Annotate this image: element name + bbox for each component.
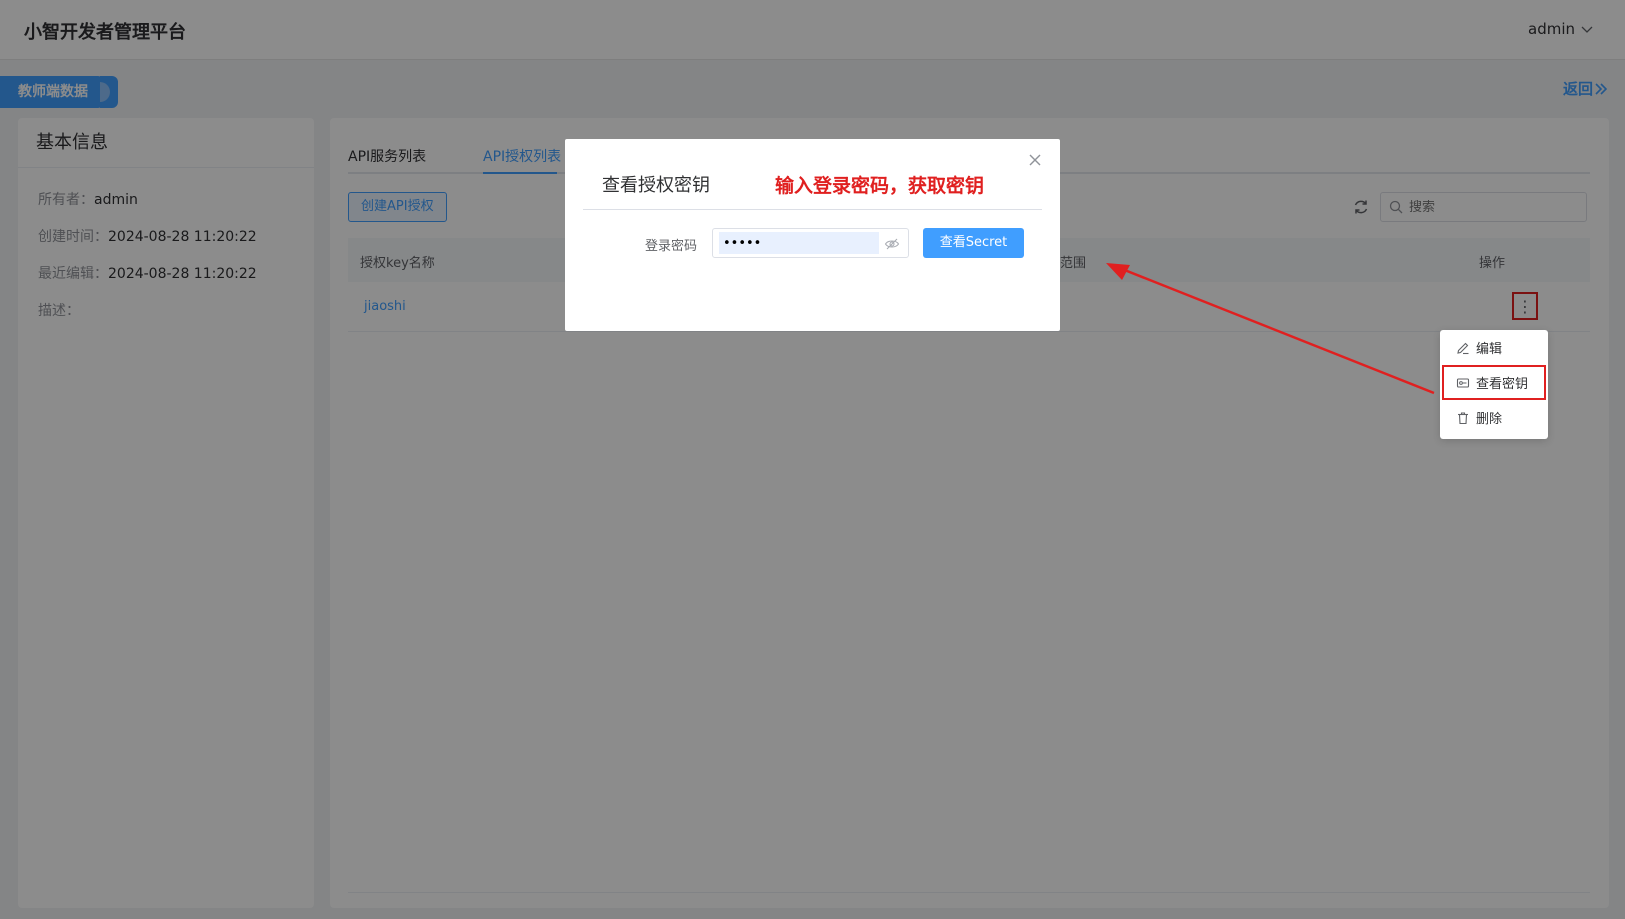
key-card-icon xyxy=(1456,377,1470,388)
password-label: 登录密码 xyxy=(645,239,698,254)
modal-overlay[interactable] xyxy=(0,0,1625,919)
password-input[interactable] xyxy=(719,232,879,254)
actions-dropdown: 编辑 查看密钥 删除 xyxy=(1440,330,1548,439)
dropdown-delete[interactable]: 删除 xyxy=(1440,400,1548,435)
dropdown-view-secret[interactable]: 查看密钥 xyxy=(1442,365,1546,400)
modal-divider xyxy=(583,209,1042,210)
modal-title: 查看授权密钥 xyxy=(602,175,710,196)
edit-icon xyxy=(1457,342,1469,354)
dropdown-delete-label: 删除 xyxy=(1476,412,1503,427)
dropdown-edit-label: 编辑 xyxy=(1476,342,1503,357)
annotation-text: 输入登录密码，获取密钥 xyxy=(775,175,985,197)
close-icon[interactable] xyxy=(1028,153,1042,167)
dropdown-view-secret-label: 查看密钥 xyxy=(1476,377,1529,392)
dropdown-edit[interactable]: 编辑 xyxy=(1440,330,1548,365)
eye-off-icon[interactable] xyxy=(884,236,900,252)
password-field-wrapper xyxy=(712,228,909,258)
trash-icon xyxy=(1458,411,1468,424)
view-secret-modal: 查看授权密钥 输入登录密码，获取密钥 登录密码 查看Secret xyxy=(565,139,1060,331)
view-secret-button[interactable]: 查看Secret xyxy=(923,228,1024,258)
